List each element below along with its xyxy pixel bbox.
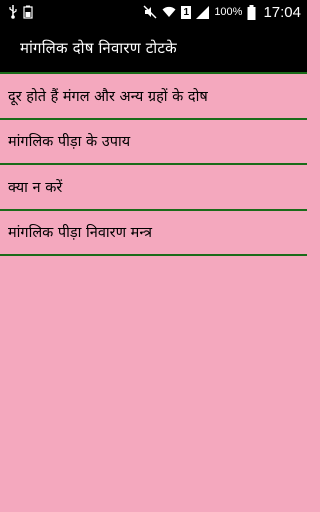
list-item-label: मांगलिक पीड़ा के उपाय <box>8 134 131 151</box>
list-item-label: क्या न करें <box>8 179 63 196</box>
menu-list: दूर होते हैं मंगल और अन्य ग्रहों के दोष … <box>0 72 307 256</box>
sim-badge: 1 <box>181 5 192 19</box>
signal-icon <box>196 5 210 19</box>
battery-icon <box>247 4 256 20</box>
list-item[interactable]: मांगलिक पीड़ा के उपाय <box>0 120 307 165</box>
app-bar: मांगलिक दोष निवारण टोटके <box>0 24 307 72</box>
list-item[interactable]: दूर होते हैं मंगल और अन्य ग्रहों के दोष <box>0 74 307 120</box>
list-item[interactable]: क्या न करें <box>0 165 307 211</box>
list-item-label: दूर होते हैं मंगल और अन्य ग्रहों के दोष <box>8 88 208 105</box>
silent-mode-icon <box>143 5 157 19</box>
status-bar-right: 1 100% 17:04 <box>143 4 301 21</box>
wifi-icon <box>162 6 176 18</box>
app-title: मांगलिक दोष निवारण टोटके <box>20 39 177 57</box>
list-item-label: मांगलिक पीड़ा निवारण मन्त्र <box>8 225 153 242</box>
status-bar: 1 100% 17:04 <box>0 0 307 24</box>
clock: 17:04 <box>263 3 301 21</box>
list-item[interactable]: मांगलिक पीड़ा निवारण मन्त्र <box>0 211 307 256</box>
battery-percent: 100% <box>214 6 243 18</box>
status-bar-left <box>8 5 33 19</box>
battery-status-icon <box>23 5 33 19</box>
usb-icon <box>8 5 18 19</box>
